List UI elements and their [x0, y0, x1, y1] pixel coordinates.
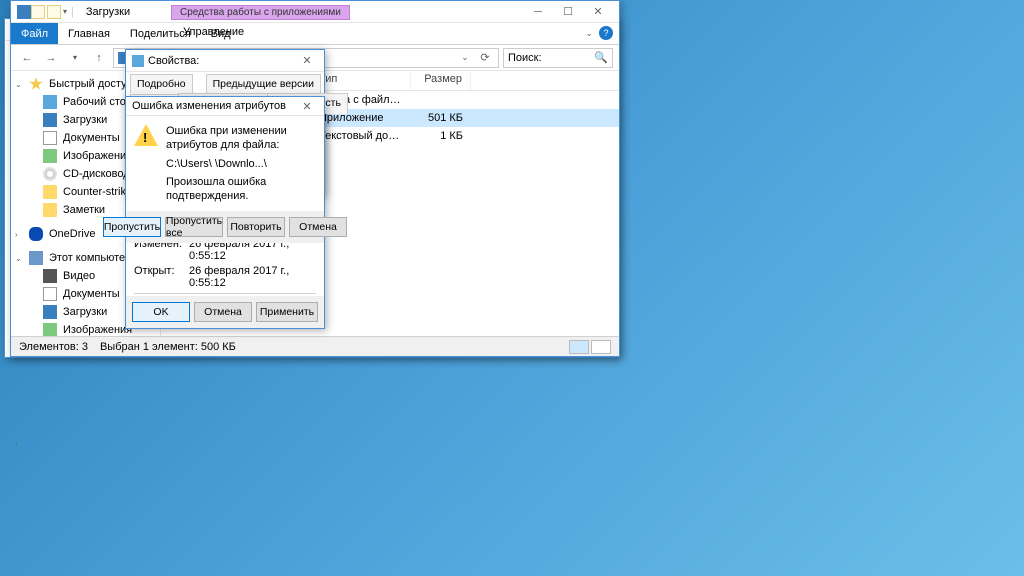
error-title: Ошибка изменения атрибутов	[132, 100, 286, 112]
warning-icon	[134, 124, 158, 148]
status-item-count: Элементов: 3	[19, 341, 88, 353]
apply-button[interactable]: Применить	[256, 302, 318, 322]
properties-close-button[interactable]: ✕	[296, 52, 318, 70]
nav-back-button[interactable]: ←	[17, 48, 37, 68]
folder-icon	[43, 203, 57, 217]
error-close-button[interactable]: ✕	[296, 97, 318, 115]
status-bar: Элементов: 3 Выбран 1 элемент: 500 КБ	[11, 336, 619, 356]
contextual-tab-group: Средства работы с приложениями	[171, 5, 350, 20]
properties-icon	[132, 55, 144, 67]
cancel-button[interactable]: Отмена	[194, 302, 252, 322]
img-icon	[43, 149, 57, 163]
help-button[interactable]: ?	[599, 26, 613, 40]
qat-button-2[interactable]	[47, 5, 61, 19]
doc-icon	[43, 131, 57, 145]
desktop-icon	[43, 95, 57, 109]
error-titlebar[interactable]: Ошибка изменения атрибутов ✕	[126, 97, 324, 116]
refresh-button[interactable]: ⟳	[476, 51, 494, 64]
tab-file[interactable]: Файл	[11, 23, 58, 44]
view-icons-button[interactable]	[591, 340, 611, 354]
props-tab-previous[interactable]: Предыдущие версии	[206, 74, 321, 93]
tab-manage[interactable]: Управление	[183, 26, 244, 38]
search-icon: 🔍	[594, 51, 608, 64]
properties-titlebar[interactable]: Свойства: ✕	[126, 50, 324, 72]
view-details-button[interactable]	[569, 340, 589, 354]
close-button[interactable]: ✕	[583, 2, 613, 22]
status-selection: Выбран 1 элемент: 500 КБ	[100, 341, 236, 353]
down-icon	[43, 305, 57, 319]
qat-button-1[interactable]	[31, 5, 45, 19]
breadcrumb-dropdown-icon[interactable]: ⌄	[456, 52, 474, 63]
tab-home[interactable]: Главная	[58, 23, 120, 44]
props-tab-details[interactable]: Подробно	[130, 74, 193, 93]
ribbon-tabs: Файл Главная Поделиться Вид Управление ⌄…	[11, 23, 619, 45]
img-icon	[43, 323, 57, 336]
maximize-button[interactable]: ☐	[553, 2, 583, 22]
disc-icon	[43, 167, 57, 181]
folder-icon	[43, 185, 57, 199]
search-input[interactable]: Поиск: 🔍	[503, 48, 613, 68]
ribbon-expand-icon[interactable]: ⌄	[585, 28, 593, 39]
nav-forward-button[interactable]: →	[41, 48, 61, 68]
column-type[interactable]: Тип	[311, 71, 411, 90]
pc-icon	[29, 251, 43, 265]
skip-button[interactable]: Пропустить	[103, 217, 161, 237]
properties-title: Свойства:	[148, 55, 199, 67]
nav-history-button[interactable]: ▾	[65, 48, 85, 68]
error-cancel-button[interactable]: Отмена	[289, 217, 347, 237]
onedrive-icon	[29, 227, 43, 241]
ok-button[interactable]: OK	[132, 302, 190, 322]
error-dialog: Ошибка изменения атрибутов ✕ Ошибка при …	[125, 96, 325, 196]
star-icon	[29, 77, 43, 91]
column-size[interactable]: Размер	[411, 71, 471, 90]
video-icon	[43, 269, 57, 283]
down-icon	[43, 113, 57, 127]
skip-all-button[interactable]: Пропустить все	[165, 217, 223, 237]
nav-up-button[interactable]: ↑	[89, 48, 109, 68]
downloads-icon	[17, 5, 31, 19]
minimize-button[interactable]: ─	[523, 2, 553, 22]
retry-button[interactable]: Повторить	[227, 217, 285, 237]
doc-icon	[43, 287, 57, 301]
